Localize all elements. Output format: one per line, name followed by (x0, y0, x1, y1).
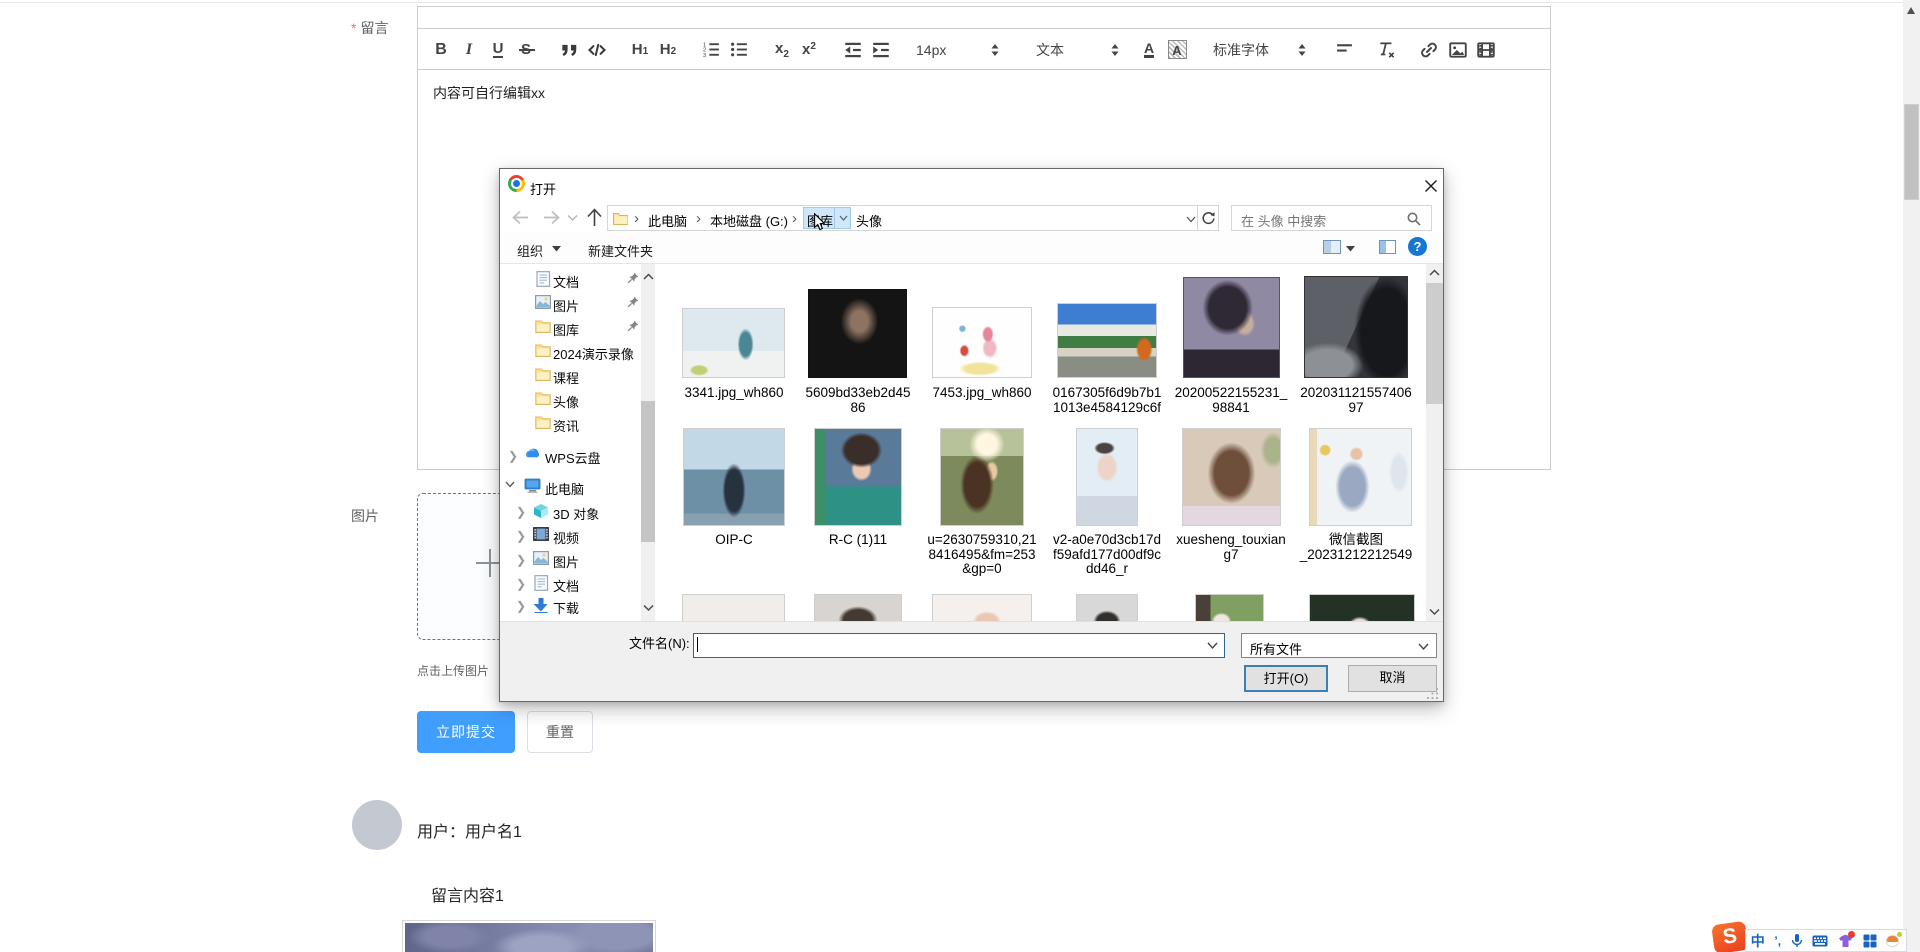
svg-text:3: 3 (703, 53, 706, 59)
